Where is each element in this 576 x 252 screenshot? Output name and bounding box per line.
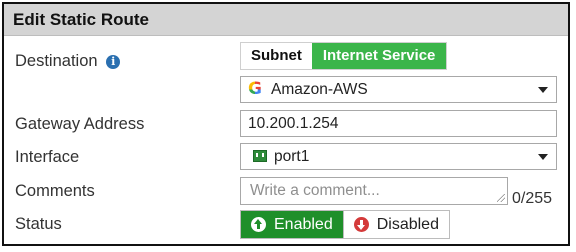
resize-handle-icon[interactable]	[497, 194, 505, 202]
destination-mode-toggle: Subnet Internet Service	[240, 42, 448, 70]
disabled-label: Disabled	[376, 216, 439, 233]
internet-service-select[interactable]: G Amazon-AWS	[240, 76, 557, 103]
gateway-address-label: Gateway Address	[15, 115, 145, 133]
interface-label: Interface	[15, 148, 80, 166]
gateway-address-input[interactable]: 10.200.1.254	[240, 110, 557, 137]
status-toggle: Enabled Disabled	[240, 210, 450, 239]
chevron-down-icon	[538, 87, 548, 93]
comments-textarea[interactable]: Write a comment...	[240, 177, 508, 205]
subnet-button[interactable]: Subnet	[241, 43, 312, 69]
interface-select[interactable]: port1	[240, 143, 557, 170]
internet-service-button[interactable]: Internet Service	[311, 43, 447, 69]
enabled-label: Enabled	[274, 216, 333, 233]
internet-service-value: Amazon-AWS	[271, 81, 368, 98]
enabled-button[interactable]: Enabled	[241, 211, 343, 238]
disabled-button[interactable]: Disabled	[342, 211, 449, 238]
comments-label: Comments	[15, 182, 95, 200]
chevron-down-icon	[538, 154, 548, 160]
status-label: Status	[15, 215, 62, 233]
destination-label: Destination	[15, 52, 98, 70]
arrow-up-circle-icon	[251, 217, 266, 232]
comments-char-counter: 0/255	[512, 190, 553, 207]
info-icon[interactable]: i	[106, 55, 121, 69]
destination-label-row: Destination i	[15, 51, 121, 71]
comments-placeholder: Write a comment...	[250, 182, 380, 199]
google-icon: G	[248, 79, 262, 99]
edit-static-route-dialog: Edit Static Route Destination i Subnet I…	[2, 2, 570, 246]
port-icon	[253, 150, 267, 162]
arrow-down-circle-icon	[353, 217, 369, 232]
dialog-title: Edit Static Route	[4, 4, 568, 36]
interface-value: port1	[274, 148, 310, 165]
